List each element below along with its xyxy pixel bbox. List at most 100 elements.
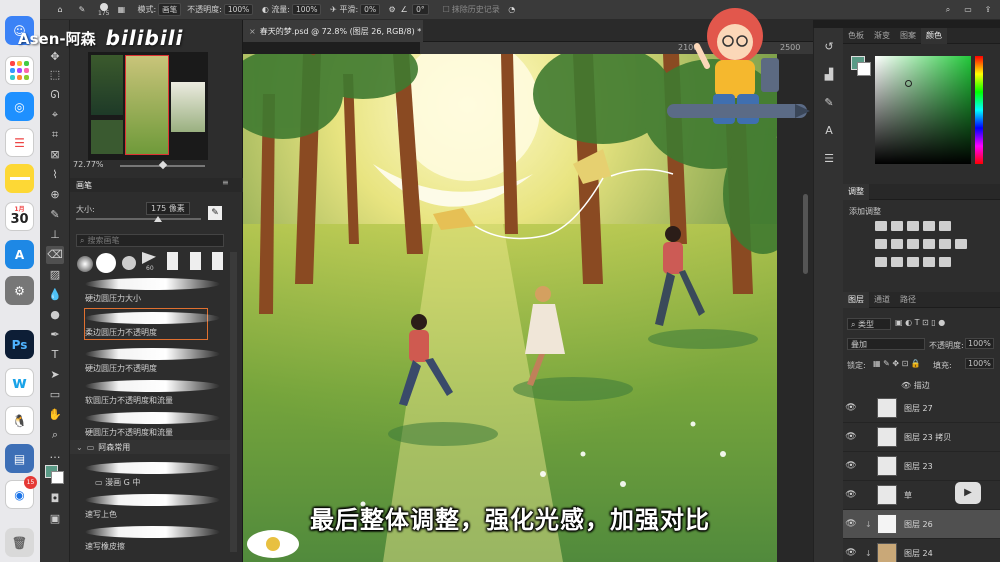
dodge-tool-icon[interactable]: ● — [46, 306, 64, 324]
angle-value[interactable]: 0° — [412, 4, 429, 15]
lock-icons[interactable]: ▦ ✎ ✥ ⊡ 🔒 — [873, 359, 921, 368]
hand-tool-icon[interactable]: ✋ — [46, 406, 64, 424]
search-icon[interactable]: ⌕ — [942, 4, 954, 16]
zoom-slider-handle[interactable] — [158, 160, 168, 170]
hue-saturation-icon[interactable] — [875, 239, 887, 249]
eraser-tool-icon[interactable]: ✎ — [76, 4, 88, 16]
stamp-tool-icon[interactable]: ⊥ — [46, 226, 64, 244]
brush-item-selected[interactable]: 柔边圆压力不透明度 — [85, 312, 220, 338]
notes-icon[interactable] — [5, 164, 34, 193]
tab-color[interactable]: 颜色 — [921, 27, 947, 44]
brush-preset-hard[interactable] — [96, 253, 116, 273]
brush-item[interactable]: 硬边圆压力不透明度 — [85, 348, 220, 374]
color-field[interactable] — [875, 56, 971, 164]
flow-control[interactable]: 流量: 100% — [271, 4, 322, 15]
brush-group-header[interactable]: ⌄ ▭ 阿森常用 — [70, 440, 230, 454]
photo-filter-icon[interactable] — [923, 239, 935, 249]
brush-item[interactable]: 速写橡皮擦 — [85, 526, 220, 552]
screenshot-app-icon[interactable]: ▤ — [5, 444, 34, 473]
quick-select-tool-icon[interactable]: ⌖ — [46, 106, 64, 124]
lasso-tool-icon[interactable]: ᘏ — [46, 86, 64, 104]
eye-icon[interactable]: 👁 — [843, 432, 859, 442]
vibrance-icon[interactable] — [939, 221, 951, 231]
angle-control[interactable]: 0° — [410, 4, 429, 15]
trash-icon[interactable]: 🗑 — [5, 528, 34, 557]
posterize-icon[interactable] — [891, 257, 903, 267]
document-tab[interactable]: × 春天的梦.psd @ 72.8% (图层 26, RGB/8) * — [243, 20, 423, 42]
zoom-tool-icon[interactable]: ⌕ — [46, 426, 64, 444]
blur-tool-icon[interactable]: 💧 — [46, 286, 64, 304]
gradient-tool-icon[interactable]: ▨ — [46, 266, 64, 284]
mode-value[interactable]: 画笔 — [158, 3, 182, 16]
share-icon[interactable]: ⇪ — [982, 4, 994, 16]
pressure-size-icon[interactable]: ◔ — [506, 4, 518, 16]
brush-settings-icon[interactable]: ▦ — [115, 4, 127, 16]
tab-patterns[interactable]: 图案 — [895, 30, 921, 41]
smoothing-control[interactable]: 平滑: 0% — [339, 4, 381, 15]
brush-item[interactable]: 硬边圆压力大小 — [85, 278, 220, 304]
color-lookup-icon[interactable] — [955, 239, 967, 249]
pen-tool-icon[interactable]: ✒ — [46, 326, 64, 344]
invert-icon[interactable] — [875, 257, 887, 267]
layer-filter-icons[interactable]: ▣ ◐ T ⊡ ▯ ● — [895, 318, 945, 327]
eye-icon[interactable]: 👁 — [843, 461, 859, 471]
layer-filter-select[interactable]: ⌕ 类型 — [847, 318, 891, 330]
vertical-scrollbar[interactable] — [803, 194, 808, 274]
layer-row[interactable]: 👁 ↓ 图层 24 — [843, 539, 1000, 562]
brush-preset-soft[interactable] — [77, 256, 93, 272]
pressure-opacity-icon[interactable]: ◐ — [259, 4, 271, 16]
background-color-swatch[interactable] — [51, 471, 64, 484]
move-tool-icon[interactable]: ✥ — [46, 48, 64, 66]
layer-row[interactable]: 👁 图层 23 拷贝 — [843, 423, 1000, 452]
brush-item[interactable]: ▭ 漫画 G 中 — [85, 462, 220, 488]
frame-tool-icon[interactable]: ⊠ — [46, 146, 64, 164]
brush-item[interactable]: 硬圆压力不透明度和流量 — [85, 412, 220, 438]
brush-size-input[interactable]: 175 像素 — [146, 202, 190, 215]
eye-icon[interactable]: 👁 — [901, 381, 911, 390]
brightness-icon[interactable] — [875, 221, 887, 231]
w-app-icon[interactable]: w — [5, 368, 34, 397]
path-select-tool-icon[interactable]: ➤ — [46, 366, 64, 384]
brush-preset-flat-3[interactable] — [212, 252, 223, 270]
shape-tool-icon[interactable]: ▭ — [46, 386, 64, 404]
tab-gradients[interactable]: 渐变 — [869, 30, 895, 41]
video-player-icon[interactable]: ▶ — [955, 482, 981, 504]
navigator-preview[interactable] — [88, 52, 208, 160]
brush-search-input[interactable]: ⌕ 搜索画笔 — [76, 234, 224, 247]
layer-row[interactable]: 👁 图层 23 — [843, 452, 1000, 481]
tab-swatches[interactable]: 色板 — [843, 30, 869, 41]
histogram-panel-icon[interactable]: ▟ — [820, 66, 838, 84]
crop-tool-icon[interactable]: ⌗ — [46, 126, 64, 144]
reminders-icon[interactable]: ☰ — [5, 128, 34, 157]
brush-preset-tip[interactable] — [142, 252, 156, 264]
tab-layers[interactable]: 图层 — [843, 291, 869, 308]
close-icon[interactable]: × — [249, 27, 256, 36]
background-color-swatch[interactable] — [857, 62, 871, 76]
brush-preset-picker[interactable]: 175 — [98, 2, 109, 17]
gradient-map-icon[interactable] — [923, 257, 935, 267]
brush-size-slider[interactable] — [76, 216, 201, 222]
layer-opacity-input[interactable]: 100% — [965, 338, 994, 349]
tab-paths[interactable]: 路径 — [895, 294, 921, 305]
channel-mixer-icon[interactable] — [939, 239, 951, 249]
eye-icon[interactable]: 👁 — [843, 403, 859, 413]
layer-effect-row[interactable]: 👁 描边 — [901, 380, 930, 391]
erase-history-checkbox[interactable]: ☐ 抹除历史记录 — [443, 4, 500, 15]
more-tools-icon[interactable]: … — [46, 446, 64, 464]
eraser-tool-icon[interactable]: ⌫ — [46, 246, 64, 264]
eyedropper-tool-icon[interactable]: ⌇ — [46, 166, 64, 184]
history-panel-icon[interactable]: ↺ — [820, 38, 838, 56]
flow-value[interactable]: 100% — [292, 4, 322, 15]
opacity-value[interactable]: 100% — [223, 4, 254, 15]
curves-icon[interactable] — [907, 221, 919, 231]
safari-icon[interactable]: ◎ — [5, 92, 34, 121]
smoothing-value[interactable]: 0% — [360, 4, 381, 15]
brush-tool-icon[interactable]: ✎ — [46, 206, 64, 224]
healing-tool-icon[interactable]: ⊕ — [46, 186, 64, 204]
brush-preset-flat-1[interactable] — [167, 252, 178, 270]
brush-preset-round[interactable] — [122, 256, 136, 270]
brush-size-slider-handle[interactable] — [154, 216, 162, 222]
fill-input[interactable]: 100% — [965, 358, 994, 369]
character-panel-icon[interactable]: A — [820, 122, 838, 140]
color-picker-cursor[interactable] — [905, 80, 912, 87]
